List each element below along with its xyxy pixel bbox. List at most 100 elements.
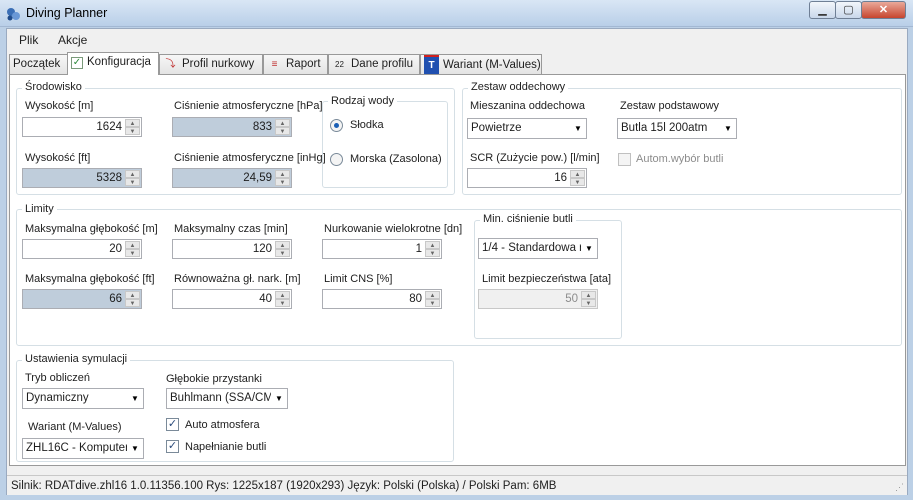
calc-mode-label: Tryb obliczeń: [25, 372, 91, 384]
altitude-ft-label: Wysokość [ft]: [25, 152, 91, 164]
safety-limit-label: Limit bezpieczeństwa [ata]: [482, 273, 612, 285]
calc-mode-value: Dynamiczny: [26, 392, 89, 404]
window-title: Diving Planner: [26, 6, 108, 20]
spin-arrows[interactable]: ▲ ▼: [275, 170, 290, 186]
mix-label: Mieszanina oddechowa: [470, 100, 585, 112]
tab-variant[interactable]: T Wariant (M-Values): [420, 54, 542, 75]
max-time-value: 120: [252, 243, 272, 255]
auto-cylinder-label: Autom.wybór butli: [636, 153, 724, 165]
status-bar: Silnik: RDATdive.zhl16 1.0.11356.100 Rys…: [7, 475, 907, 495]
tab-profile-data[interactable]: 22 Dane profilu: [328, 54, 420, 74]
repetitive-input[interactable]: 1 ▲ ▼: [322, 239, 442, 259]
status-text: Silnik: RDATdive.zhl16 1.0.11356.100 Rys…: [11, 480, 557, 492]
cns-value: 80: [409, 293, 422, 305]
max-depth-m-value: 20: [109, 243, 122, 255]
variant-select[interactable]: ZHL16C - Komputer ▼: [22, 438, 144, 459]
pressure-inhg-input[interactable]: 24,59 ▲ ▼: [172, 168, 292, 188]
spin-arrows[interactable]: ▲ ▼: [125, 119, 140, 135]
tab-start-label: Początek: [13, 58, 61, 70]
close-button[interactable]: ✕: [861, 1, 906, 19]
report-icon: ≡: [271, 59, 278, 70]
equiv-depth-input[interactable]: 40 ▲ ▼: [172, 289, 292, 309]
menu-file[interactable]: Plik: [19, 33, 38, 47]
equiv-depth-label: Równoważna gł. nark. [m]: [174, 273, 301, 285]
min-pressure-mode: 1/4 - Standardowa re: [482, 242, 590, 254]
minimize-button[interactable]: ▁: [809, 1, 836, 19]
safety-limit-input[interactable]: 50 ▲ ▼: [478, 289, 598, 309]
pressure-inhg-label: Ciśnienie atmosferyczne [inHg]: [174, 152, 326, 164]
scr-input[interactable]: 16 ▲ ▼: [467, 168, 587, 188]
profile-icon: ⤵: [165, 59, 176, 70]
pressure-hpa-input[interactable]: 833 ▲ ▼: [172, 117, 292, 137]
salt-water-label[interactable]: Morska (Zasolona): [350, 153, 442, 165]
tab-dive-profile[interactable]: ⤵ Profil nurkowy: [159, 54, 263, 74]
variant-label: Wariant (M-Values): [28, 421, 122, 433]
tab-configuration[interactable]: ✓ Konfiguracja: [67, 52, 159, 75]
chevron-down-icon: ▼: [581, 239, 597, 258]
set-select[interactable]: Butla 15l 200atm ▼: [617, 118, 737, 139]
spin-arrows[interactable]: ▲ ▼: [275, 119, 290, 135]
min-pressure-select[interactable]: 1/4 - Standardowa re ▼: [478, 238, 598, 259]
altitude-ft-input[interactable]: 5328 ▲ ▼: [22, 168, 142, 188]
spin-arrows[interactable]: ▲ ▼: [581, 291, 596, 307]
deep-stops-select[interactable]: Buhlmann (SSA/CMA ▼: [166, 388, 288, 409]
tab-dive-profile-label: Profil nurkowy: [182, 58, 255, 70]
cns-input[interactable]: 80 ▲ ▼: [322, 289, 442, 309]
max-depth-ft-value: 66: [109, 293, 122, 305]
salt-water-radio[interactable]: [330, 153, 343, 166]
variant-value: ZHL16C - Komputer: [26, 442, 129, 454]
set-value: Butla 15l 200atm: [621, 122, 708, 134]
spin-arrows[interactable]: ▲ ▼: [125, 241, 140, 257]
auto-atmosphere-checkbox[interactable]: ✓: [166, 418, 179, 431]
tab-profile-data-label: Dane profilu: [351, 58, 414, 70]
spin-arrows[interactable]: ▲ ▼: [425, 291, 440, 307]
tab-start[interactable]: Początek: [9, 54, 68, 74]
chevron-down-icon: ▼: [570, 119, 586, 138]
mix-select[interactable]: Powietrze ▼: [467, 118, 587, 139]
resize-grip-icon[interactable]: ⋰: [895, 482, 904, 493]
spin-arrows[interactable]: ▲ ▼: [570, 170, 585, 186]
title-bar: Diving Planner ▁ ▢ ✕: [0, 0, 913, 27]
set-label: Zestaw podstawowy: [620, 100, 720, 112]
min-pressure-title: Min. ciśnienie butli: [480, 213, 576, 225]
tab-variant-label: Wariant (M-Values): [443, 59, 541, 71]
spin-arrows[interactable]: ▲ ▼: [125, 291, 140, 307]
spin-arrows[interactable]: ▲ ▼: [275, 291, 290, 307]
pressure-hpa-label: Ciśnienie atmosferyczne [hPa]: [174, 100, 323, 112]
repetitive-label: Nurkowanie wielokrotne [dn]: [324, 223, 463, 235]
chevron-down-icon: ▼: [127, 439, 143, 458]
menu-bar: Plik Akcje: [7, 29, 907, 51]
mix-value: Powietrze: [471, 122, 522, 134]
cylinder-fill-label: Napełnianie butli: [185, 441, 267, 453]
tab-report[interactable]: ≡ Raport: [263, 54, 328, 74]
environment-title: Środowisko: [22, 81, 85, 93]
auto-cylinder-checkbox[interactable]: [618, 153, 631, 166]
cns-label: Limit CNS [%]: [324, 273, 393, 285]
pressure-hpa-value: 833: [252, 121, 272, 133]
checkbox-icon: ✓: [71, 57, 83, 69]
scr-value: 16: [554, 172, 567, 184]
equiv-depth-value: 40: [259, 293, 272, 305]
calc-mode-select[interactable]: Dynamiczny ▼: [22, 388, 144, 409]
max-depth-ft-input[interactable]: 66 ▲ ▼: [22, 289, 142, 309]
fresh-water-label[interactable]: Słodka: [350, 119, 384, 131]
spin-arrows[interactable]: ▲ ▼: [425, 241, 440, 257]
fresh-water-radio[interactable]: [330, 119, 343, 132]
menu-actions[interactable]: Akcje: [58, 33, 87, 47]
breathing-title: Zestaw oddechowy: [468, 81, 569, 93]
spin-arrows[interactable]: ▲ ▼: [125, 170, 140, 186]
max-time-input[interactable]: 120 ▲ ▼: [172, 239, 292, 259]
tab-configuration-label: Konfiguracja: [87, 56, 151, 68]
spin-arrows[interactable]: ▲ ▼: [275, 241, 290, 257]
deep-stops-label: Głębokie przystanki: [166, 373, 262, 385]
repetitive-value: 1: [415, 243, 422, 255]
max-depth-ft-label: Maksymalna głębokość [ft]: [25, 273, 155, 285]
scr-label: SCR (Zużycie pow.) [l/min]: [470, 152, 600, 164]
altitude-m-input[interactable]: 1624 ▲ ▼: [22, 117, 142, 137]
data-icon: 22: [335, 60, 344, 69]
maximize-button[interactable]: ▢: [835, 1, 862, 19]
window-client: Plik Akcje Początek ✓ Konfiguracja ⤵ Profi…: [6, 28, 908, 495]
max-depth-m-input[interactable]: 20 ▲ ▼: [22, 239, 142, 259]
water-type-group: [322, 101, 448, 188]
cylinder-fill-checkbox[interactable]: ✓: [166, 440, 179, 453]
